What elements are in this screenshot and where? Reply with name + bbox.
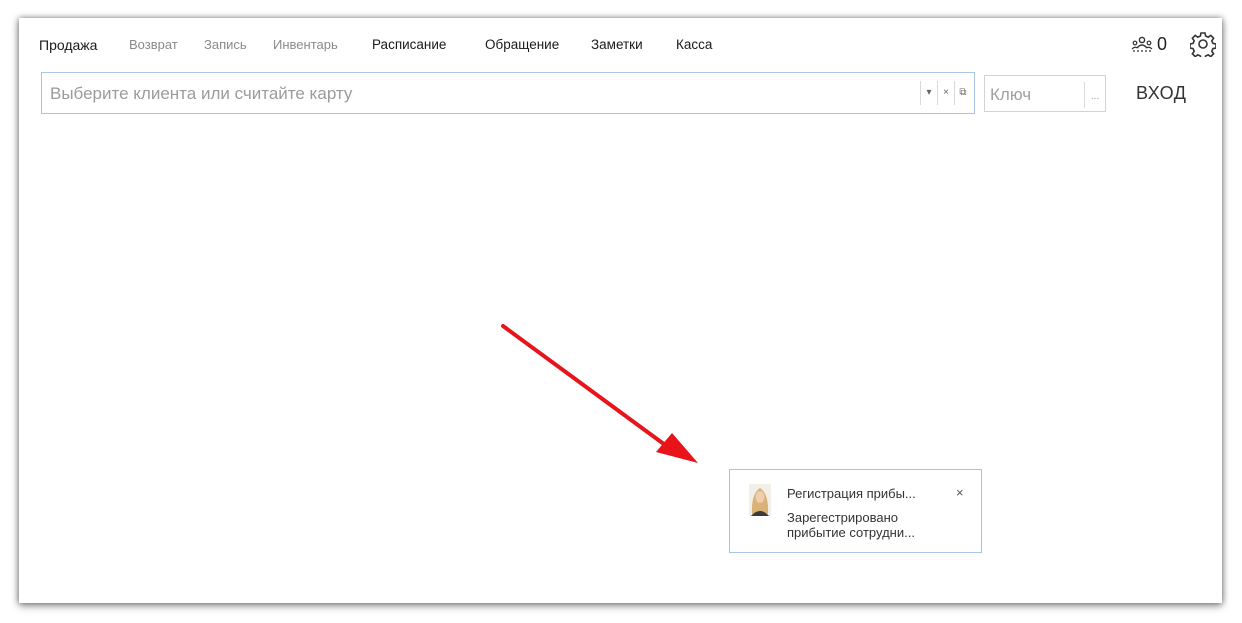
app-window: Продажа Возврат Запись Инвентарь Расписа… [19,18,1222,603]
employee-avatar [749,484,771,516]
key-browse-button[interactable]: ... [1084,82,1105,108]
tab-requests[interactable]: Обращение [485,37,559,53]
close-icon[interactable]: × [956,485,964,500]
tab-return[interactable]: Возврат [129,37,178,53]
gear-icon[interactable] [1190,31,1216,57]
client-clear-button[interactable]: × [937,81,954,105]
client-select[interactable]: ▾ × ⧉ [41,72,975,114]
tab-schedule[interactable]: Расписание [372,37,446,53]
key-field[interactable]: ... [984,75,1106,112]
login-button[interactable]: ВХОД [1136,83,1186,104]
users-icon [1131,36,1153,52]
notification-body: Зарегестрировано прибытие сотрудни... [787,510,915,540]
users-count: 0 [1157,33,1168,54]
notification-toast[interactable]: Регистрация прибы... × Зарегестрировано … [729,469,982,553]
top-nav: Продажа Возврат Запись Инвентарь Расписа… [19,18,1222,70]
key-input[interactable] [988,82,1082,108]
notification-title: Регистрация прибы... [787,486,916,501]
client-search-input[interactable] [48,81,912,107]
tab-notes[interactable]: Заметки [591,37,643,53]
client-dropdown-button[interactable]: ▾ [920,81,937,105]
client-open-button[interactable]: ⧉ [954,81,971,105]
tab-appointment[interactable]: Запись [204,37,247,53]
tab-sale[interactable]: Продажа [39,37,97,53]
tab-cashbox[interactable]: Касса [676,37,712,53]
users-counter[interactable]: 0 [1131,32,1167,56]
tab-inventory[interactable]: Инвентарь [273,37,338,53]
